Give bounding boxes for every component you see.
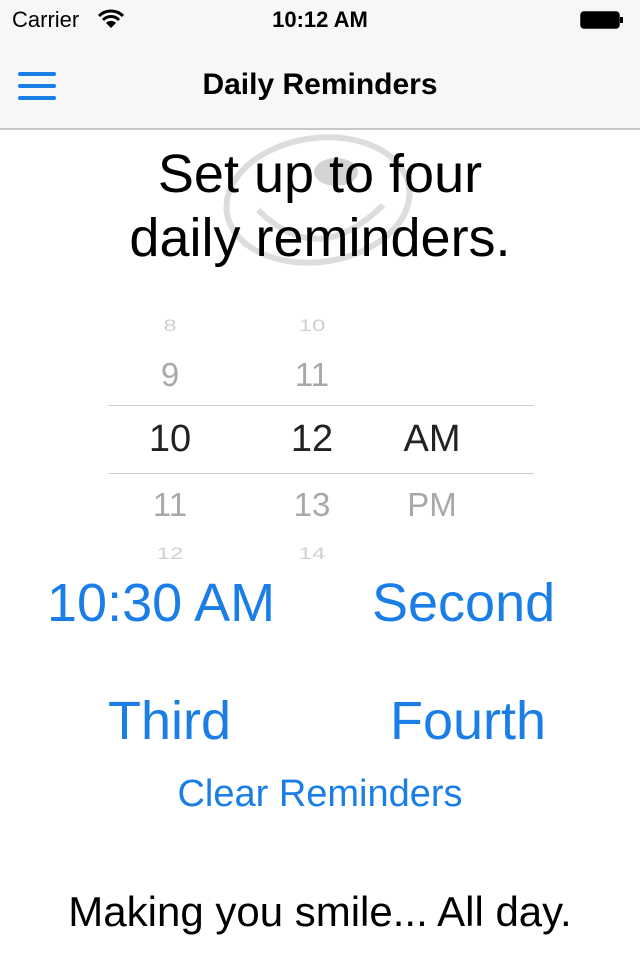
picker-minute-option[interactable]: 10: [252, 316, 372, 336]
picker-hour-option[interactable]: 8: [110, 316, 230, 336]
picker-minute-option[interactable]: 14: [252, 544, 372, 564]
third-reminder-button[interactable]: Third: [108, 690, 231, 752]
picker-minute-selected[interactable]: 12: [252, 418, 372, 461]
picker-hour-option[interactable]: 9: [110, 356, 230, 394]
footer-tagline: Making you smile... All day.: [68, 888, 572, 935]
first-reminder-button[interactable]: 10:30 AM: [47, 572, 275, 634]
picker-hour-option[interactable]: 11: [110, 486, 230, 524]
headline: Set up to four daily reminders.: [0, 142, 640, 270]
picker-minute-option[interactable]: 13: [252, 486, 372, 524]
picker-selection-top-line: [108, 405, 534, 406]
status-time: 10:12 AM: [272, 7, 368, 32]
battery-icon: [580, 11, 623, 29]
picker-minute-option[interactable]: 11: [252, 356, 372, 394]
picker-hour-option[interactable]: 12: [110, 544, 230, 564]
fourth-reminder-button[interactable]: Fourth: [390, 690, 546, 752]
page-title: Daily Reminders: [202, 68, 438, 101]
navigation-bar: Daily Reminders: [0, 40, 640, 130]
picker-hour-selected[interactable]: 10: [110, 418, 230, 461]
headline-line-1: Set up to four: [157, 144, 483, 204]
second-reminder-button[interactable]: Second: [372, 572, 555, 634]
picker-period-option[interactable]: PM: [372, 486, 492, 524]
time-picker[interactable]: 8 9 10 11 12 10 11 12 13 14 AM PM: [108, 300, 534, 565]
status-bar: Carrier 10:12 AM: [0, 0, 640, 40]
picker-period-selected[interactable]: AM: [372, 418, 492, 461]
picker-selection-bottom-line: [108, 473, 534, 474]
clear-reminders-button[interactable]: Clear Reminders: [0, 773, 640, 816]
headline-line-2: daily reminders.: [129, 208, 511, 268]
